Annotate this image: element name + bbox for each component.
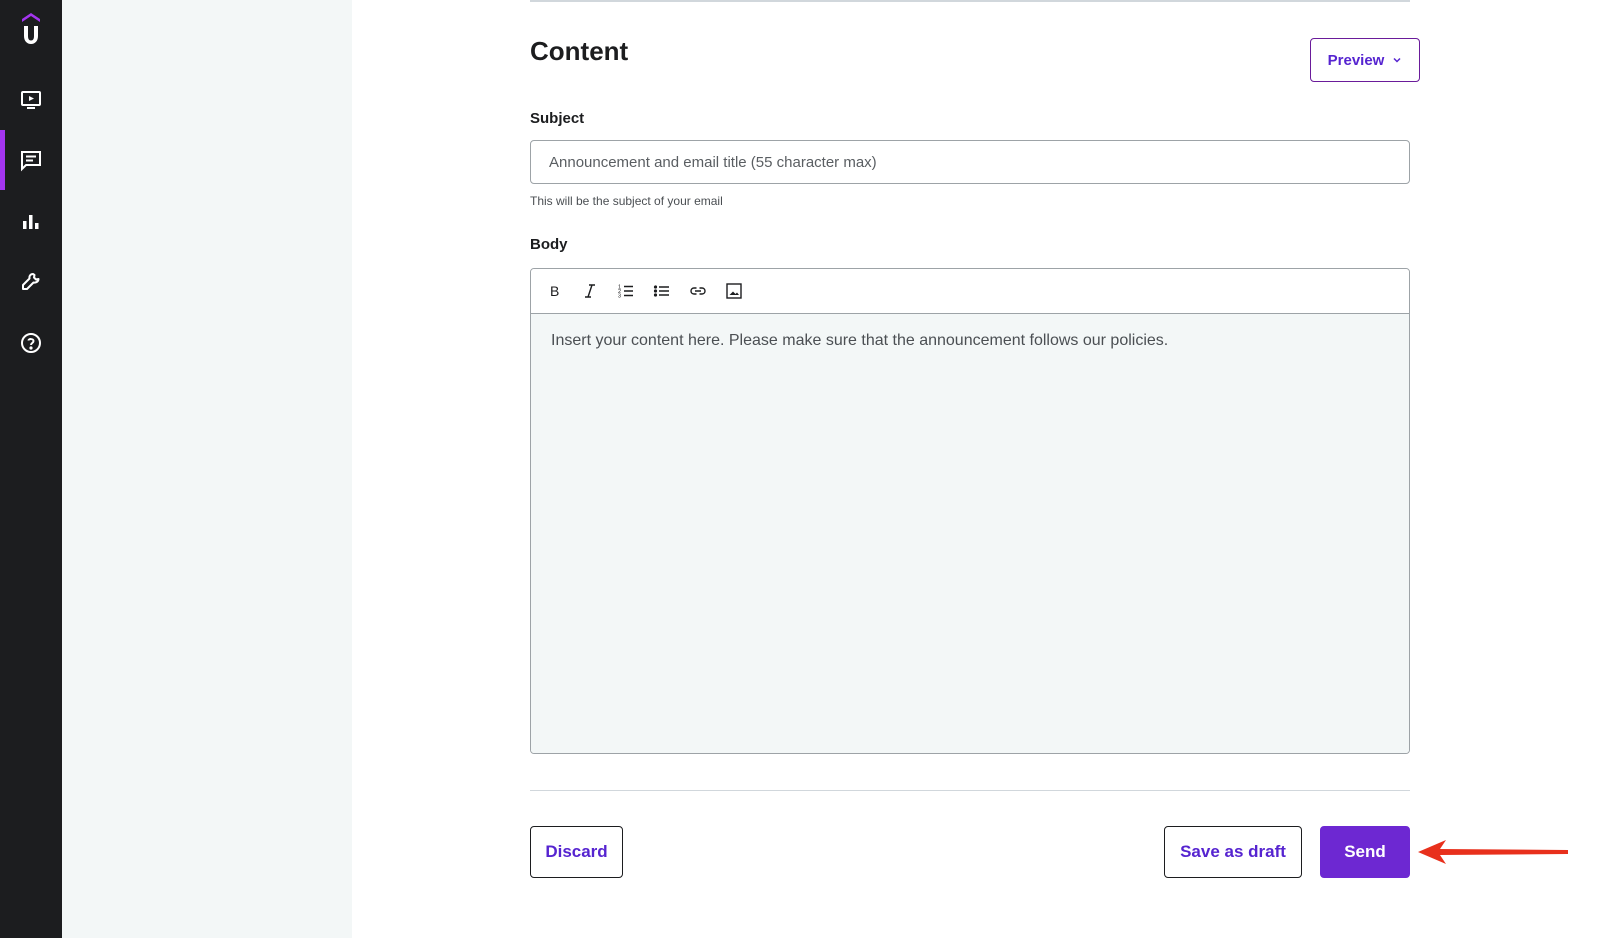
bullet-list-button[interactable] <box>649 279 674 304</box>
send-button[interactable]: Send <box>1320 826 1410 878</box>
svg-text:3: 3 <box>618 294 621 300</box>
course-video-icon <box>21 91 41 109</box>
save-as-draft-button[interactable]: Save as draft <box>1164 826 1302 878</box>
body-rich-text-editor: B 1 2 3 Insert your content here. Please… <box>530 268 1410 754</box>
section-title: Content <box>530 36 629 66</box>
subject-input[interactable] <box>530 140 1410 184</box>
help-question-icon <box>21 333 41 353</box>
communication-chat-icon <box>21 151 41 172</box>
link-icon <box>689 287 706 295</box>
editor-toolbar: B 1 2 3 <box>531 269 1409 314</box>
subject-label: Subject <box>530 110 585 127</box>
image-button[interactable] <box>721 279 746 304</box>
body-text-area[interactable]: Insert your content here. Please make su… <box>531 314 1409 753</box>
italic-button[interactable] <box>577 279 602 304</box>
chevron-down-icon <box>1393 57 1401 63</box>
performance-bar-chart-icon <box>23 215 39 229</box>
actions-divider <box>530 790 1410 791</box>
preview-label: Preview <box>1327 51 1385 69</box>
section-divider-top <box>530 0 1410 2</box>
discard-button[interactable]: Discard <box>530 826 623 878</box>
italic-icon <box>584 284 595 298</box>
nav-help[interactable] <box>0 313 62 373</box>
secondary-sidebar <box>62 0 352 938</box>
tools-wrench-icon <box>22 273 40 290</box>
udemy-logo-icon[interactable] <box>18 12 44 46</box>
nav-communication[interactable] <box>0 130 62 190</box>
main-content: Content Preview Subject This will be the… <box>352 0 1600 938</box>
link-button[interactable] <box>685 279 710 304</box>
bold-button[interactable]: B <box>541 279 566 304</box>
ordered-list-button[interactable]: 1 2 3 <box>613 279 638 304</box>
image-icon <box>725 283 742 299</box>
nav-tools[interactable] <box>0 252 62 312</box>
bold-icon: B <box>550 283 559 299</box>
nav-performance[interactable] <box>0 191 62 251</box>
svg-text:B: B <box>550 283 559 299</box>
ordered-list-icon: 1 2 3 <box>618 285 633 300</box>
navigation-rail <box>0 0 62 938</box>
annotation-arrow-icon <box>1418 840 1568 864</box>
nav-courses[interactable] <box>0 70 62 130</box>
preview-dropdown-button[interactable]: Preview <box>1310 38 1420 82</box>
subject-helper-text: This will be the subject of your email <box>530 194 723 208</box>
bullet-list-icon <box>653 285 669 297</box>
body-label: Body <box>530 236 568 253</box>
